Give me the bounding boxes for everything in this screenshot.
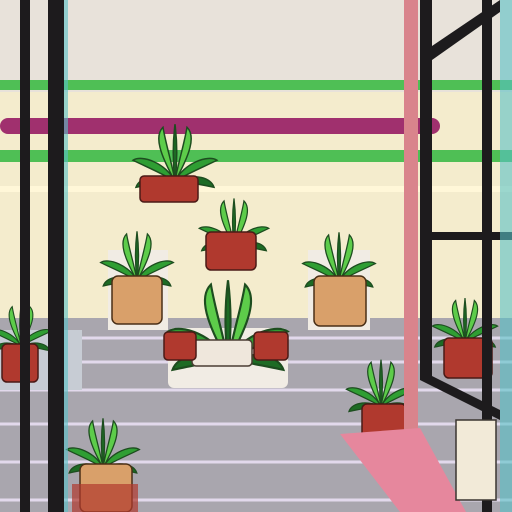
greenhouse-scene [0,0,512,512]
rail-green-top [0,80,512,90]
rail-light [0,186,512,192]
rail-green-mid [0,150,512,162]
bench-right [455,419,497,501]
